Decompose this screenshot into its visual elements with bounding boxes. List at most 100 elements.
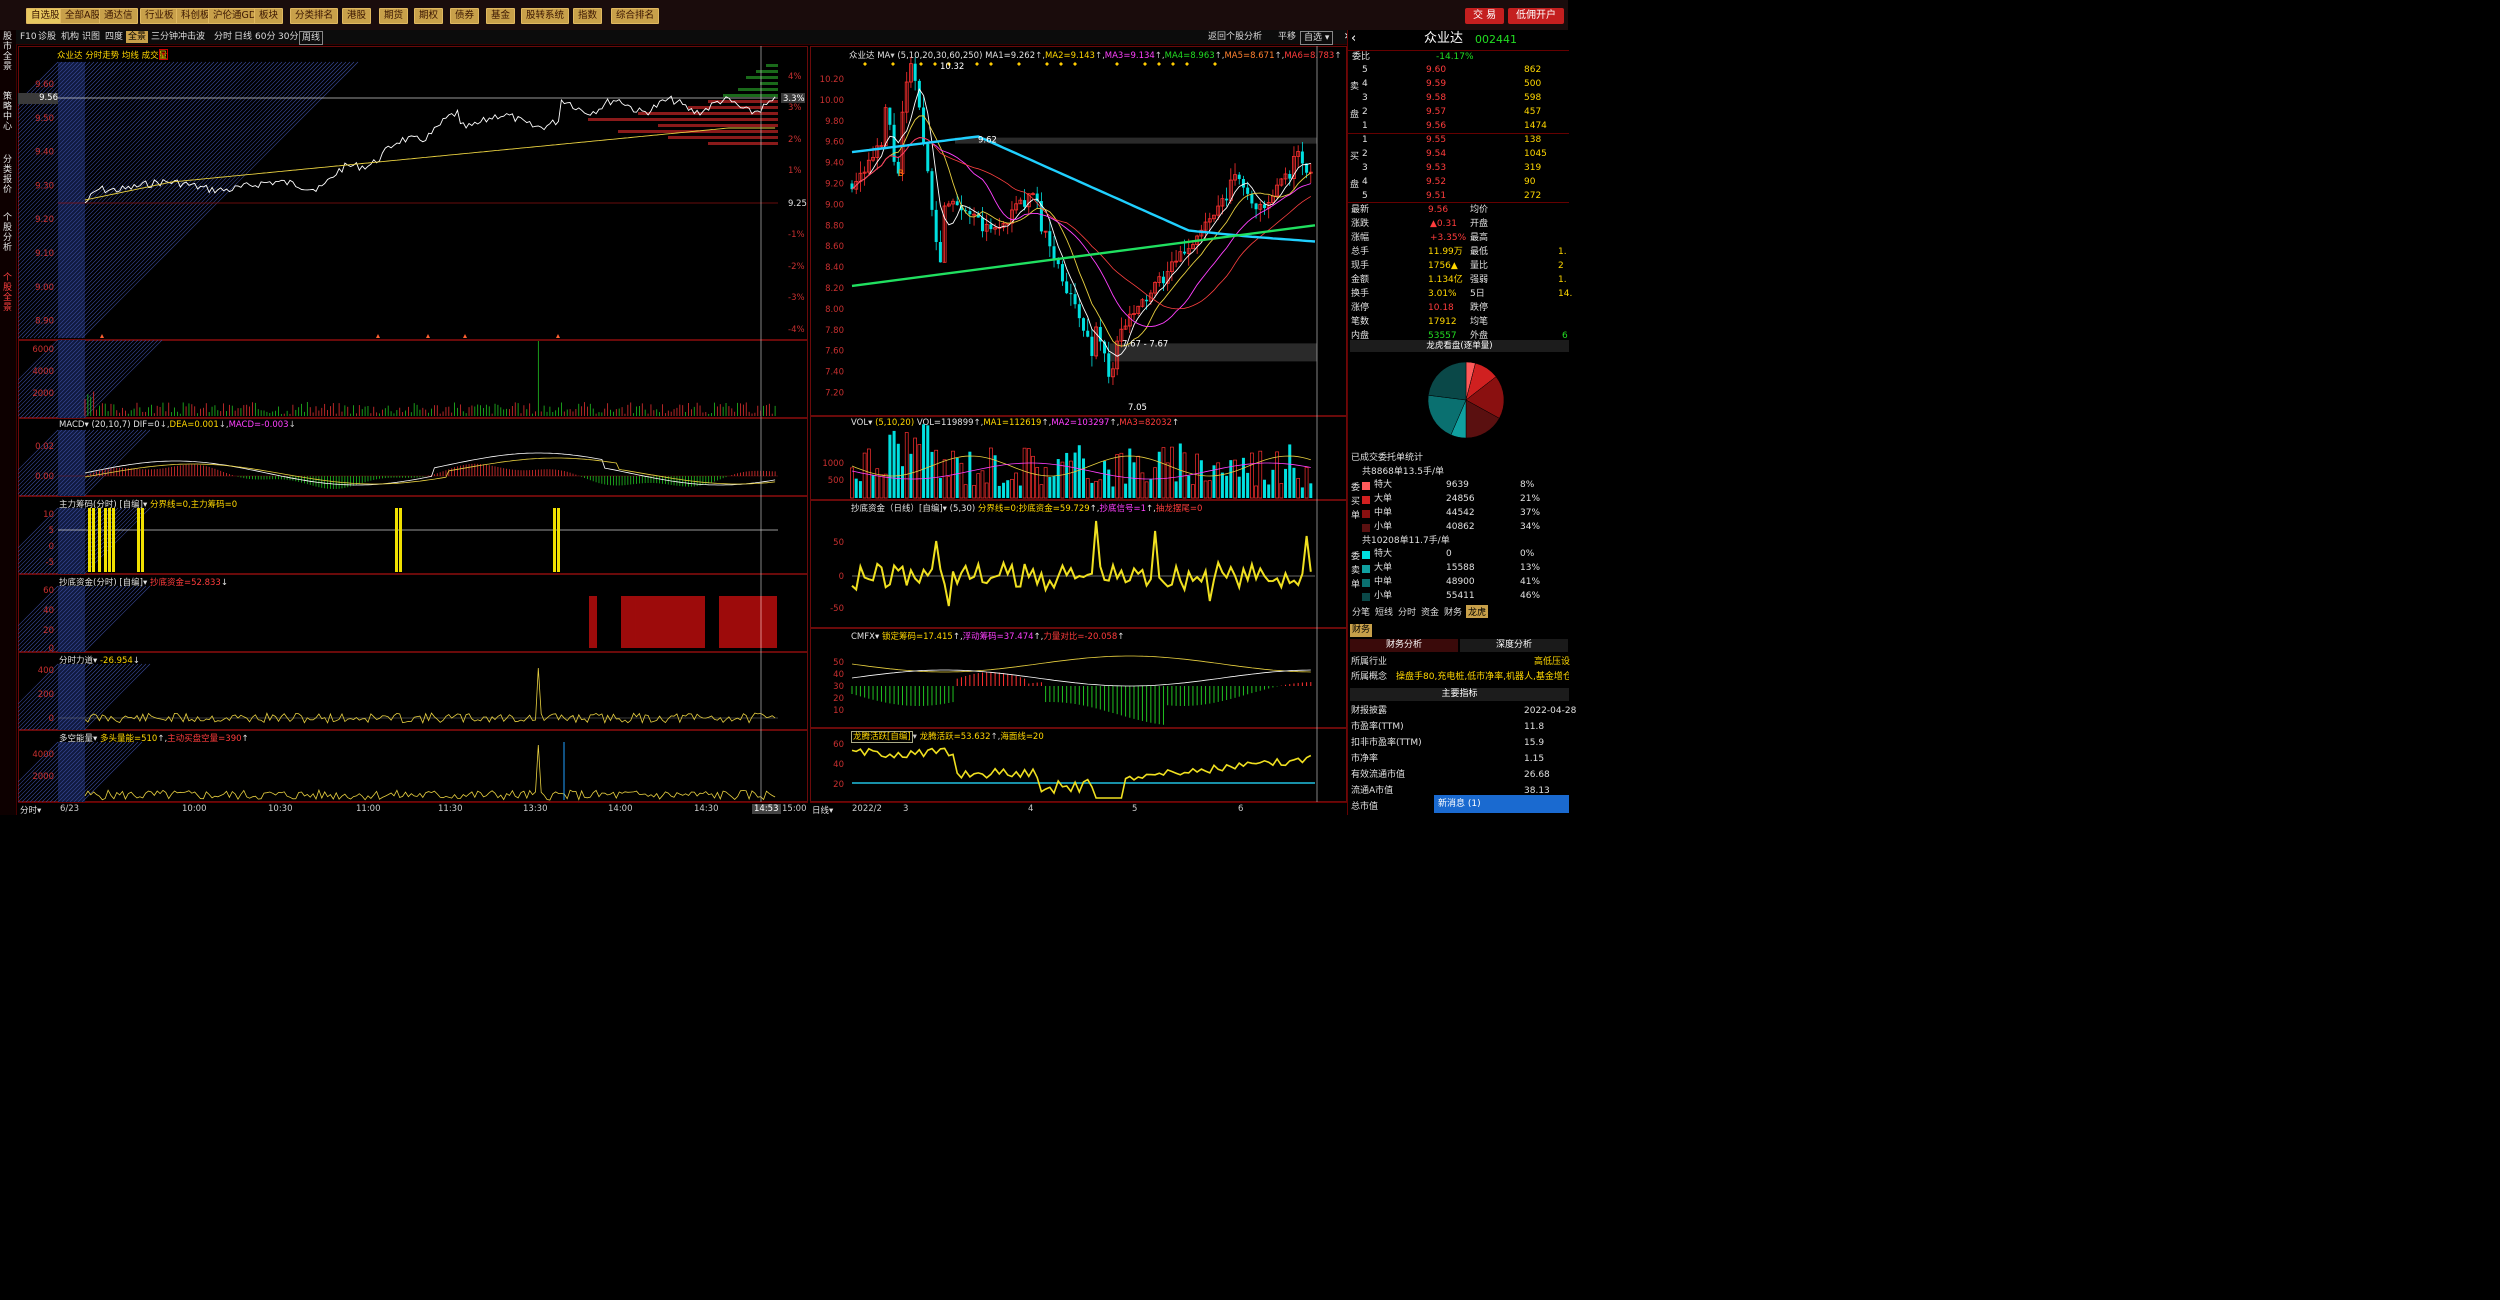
subnav-diagnose-tab[interactable]: 诊股 bbox=[38, 31, 56, 43]
daily-period-selector[interactable]: 日线▾ bbox=[812, 804, 833, 816]
intraday-y-left-label: 9.30 bbox=[35, 181, 54, 191]
left-tab-stock-overview[interactable]: 个股全景 bbox=[2, 273, 13, 313]
pan-button[interactable]: 平移 bbox=[1278, 31, 1296, 43]
toolbar-bonds-button[interactable]: 债券 bbox=[450, 8, 479, 24]
toolbar-neeq-button[interactable]: 股转系统 bbox=[521, 8, 569, 24]
stat-row: 换手 3.01% 5日 14. bbox=[1348, 288, 1569, 301]
order-size-label: 小单 bbox=[1374, 590, 1392, 603]
finance-tab[interactable]: 财务 bbox=[1350, 624, 1372, 637]
quote-tab-short-term[interactable]: 短线 bbox=[1375, 605, 1393, 618]
dragon-active-line bbox=[852, 748, 1311, 798]
left-tab-strategy-center[interactable]: 策略中心 bbox=[2, 92, 13, 132]
signal-diamond bbox=[919, 62, 923, 66]
bid-row[interactable]: 3 9.53 319 bbox=[1348, 162, 1569, 175]
ask-row[interactable]: 5 9.60 862 bbox=[1348, 64, 1569, 77]
daily-kline-chart[interactable]: 10.20 10.00 9.80 9.60 9.40 9.20 9.00 8.80 8.60 8.… bbox=[810, 46, 1347, 416]
buy-marker: B bbox=[898, 169, 904, 179]
toolbar-tdx-button[interactable]: 通达信 bbox=[99, 8, 138, 24]
back-to-analysis-link[interactable]: 返回个股分析 bbox=[1208, 31, 1262, 43]
toolbar-industry-button[interactable]: 行业板 bbox=[140, 8, 179, 24]
ask-row[interactable]: 1 9.56 1474 bbox=[1348, 120, 1569, 133]
intraday-y-right-label: 1% bbox=[788, 166, 802, 176]
intraday-y-left-label: 9.10 bbox=[35, 249, 54, 259]
order-color-swatch bbox=[1362, 510, 1370, 518]
subnav-shockwave-tab[interactable]: 冲击波 bbox=[178, 31, 205, 43]
intraday-period-selector[interactable]: 分时▾ bbox=[20, 804, 41, 816]
intraday-price-chart[interactable]: 9.60 9.50 9.40 9.30 9.20 9.10 9.00 8.90 4% 3% 2% 1%… bbox=[18, 46, 808, 340]
order-book-bar bbox=[688, 106, 778, 109]
bid-row[interactable]: 1 9.55 138 bbox=[1348, 134, 1569, 147]
toolbar-index-button[interactable]: 指数 bbox=[573, 8, 602, 24]
subnav-weekly-tab[interactable]: 周线 bbox=[299, 31, 323, 45]
candle-body-down bbox=[939, 242, 942, 262]
left-tab-category-quotes[interactable]: 分类报价 bbox=[2, 155, 13, 195]
stat-extra-value: 1. bbox=[1558, 274, 1567, 287]
concept-row: 所属概念 操盘手80,充电桩,低市净率,机器人,基金增仓,智 bbox=[1348, 671, 1569, 684]
fin-row: 市净率 1.15 bbox=[1348, 753, 1569, 766]
ask-row[interactable]: 3 9.58 598 bbox=[1348, 92, 1569, 105]
subnav-four-degree-tab[interactable]: 四度 bbox=[105, 31, 123, 43]
fin-value: 11.8 bbox=[1524, 721, 1544, 734]
toolbar-sector-button[interactable]: 板块 bbox=[254, 8, 283, 24]
toolbar-options-button[interactable]: 期权 bbox=[414, 8, 443, 24]
bid-row[interactable]: 4 9.52 90 bbox=[1348, 176, 1569, 189]
open-account-button[interactable]: 低佣开户 bbox=[1508, 8, 1564, 24]
main-chips-bar bbox=[88, 508, 91, 572]
quote-tab-dragon-tiger[interactable]: 龙虎 bbox=[1466, 605, 1488, 618]
ask-row[interactable]: 4 9.59 500 bbox=[1348, 78, 1569, 91]
subnav-three-minute-tab[interactable]: 三分钟 bbox=[151, 31, 178, 43]
ask-volume: 1474 bbox=[1524, 120, 1547, 133]
bid-side-label: 盘 bbox=[1350, 177, 1359, 190]
daily-volume-bar bbox=[1280, 483, 1283, 498]
pre-market-hatch-line bbox=[76, 430, 142, 496]
subnav-f10-tab[interactable]: F10 bbox=[20, 31, 37, 43]
daily-volume-bar bbox=[1305, 468, 1308, 498]
daily-volume-bar bbox=[905, 432, 908, 498]
order-size-label: 大单 bbox=[1374, 493, 1392, 506]
bid-row[interactable]: 2 9.54 1045 bbox=[1348, 148, 1569, 161]
daily-volume-bar bbox=[1027, 449, 1030, 498]
subnav-daily-tab[interactable]: 日线 bbox=[234, 31, 252, 43]
order-side-label: 单 bbox=[1351, 577, 1360, 590]
quote-tab-capital[interactable]: 资金 bbox=[1421, 605, 1439, 618]
daily-y-tick-label: 9.40 bbox=[825, 159, 844, 169]
toolbar-category-rank-button[interactable]: 分类排名 bbox=[290, 8, 338, 24]
toolbar-futures-button[interactable]: 期货 bbox=[379, 8, 408, 24]
subnav-institution-tab[interactable]: 机构 bbox=[61, 31, 79, 43]
candle-body-down bbox=[1023, 200, 1026, 207]
deep-analysis-tab[interactable]: 深度分析 bbox=[1460, 639, 1568, 652]
daily-volume-bar bbox=[968, 452, 971, 498]
left-tab-stock-analysis[interactable]: 个股分析 bbox=[2, 213, 13, 253]
ask-row[interactable]: 2 9.57 457 bbox=[1348, 106, 1569, 119]
subnav-30min-tab[interactable]: 30分 bbox=[278, 31, 298, 43]
signal-diamond bbox=[1157, 62, 1161, 66]
toolbar-composite-rank-button[interactable]: 综合排名 bbox=[611, 8, 659, 24]
subnav-intraday-tab[interactable]: 分时 bbox=[214, 31, 232, 43]
ask-price: 9.60 bbox=[1426, 64, 1446, 77]
signal-triangle bbox=[556, 334, 560, 338]
toolbar-watchlist-button[interactable]: 自选股 bbox=[26, 8, 65, 24]
finance-analysis-tab[interactable]: 财务分析 bbox=[1350, 639, 1458, 652]
fin-value: 1.15 bbox=[1524, 753, 1544, 766]
pre-market-hatch-line bbox=[58, 62, 334, 338]
trade-button[interactable]: 交 易 bbox=[1465, 8, 1504, 24]
watchlist-dropdown[interactable]: 自选 ▾ bbox=[1300, 31, 1333, 45]
intraday-price-tag-text: 9.56 bbox=[39, 93, 58, 103]
left-tab-market-overview[interactable]: 股市全景 bbox=[2, 32, 13, 72]
bid-level: 4 bbox=[1362, 176, 1368, 189]
daily-volume-bar bbox=[985, 483, 988, 498]
quote-tab-finance[interactable]: 财务 bbox=[1444, 605, 1462, 618]
order-color-swatch bbox=[1362, 579, 1370, 587]
quote-tab-intraday[interactable]: 分时 bbox=[1398, 605, 1416, 618]
quote-tab-ticks[interactable]: 分笔 bbox=[1352, 605, 1370, 618]
stat-label: 笔数 bbox=[1351, 316, 1369, 329]
subnav-overview-tab[interactable]: 全景 bbox=[126, 31, 148, 43]
subnav-pattern-tab[interactable]: 识图 bbox=[82, 31, 100, 43]
daily-y-tick-label: 8.60 bbox=[825, 242, 844, 252]
news-notification[interactable]: 新消息 (1) bbox=[1434, 795, 1569, 813]
back-arrow-icon[interactable]: ‹ bbox=[1351, 32, 1356, 45]
subnav-60min-tab[interactable]: 60分 bbox=[255, 31, 275, 43]
daily-volume-chart: 1000500 bbox=[810, 416, 1347, 500]
toolbar-funds-button[interactable]: 基金 bbox=[486, 8, 515, 24]
toolbar-hk-stocks-button[interactable]: 港股 bbox=[342, 8, 371, 24]
